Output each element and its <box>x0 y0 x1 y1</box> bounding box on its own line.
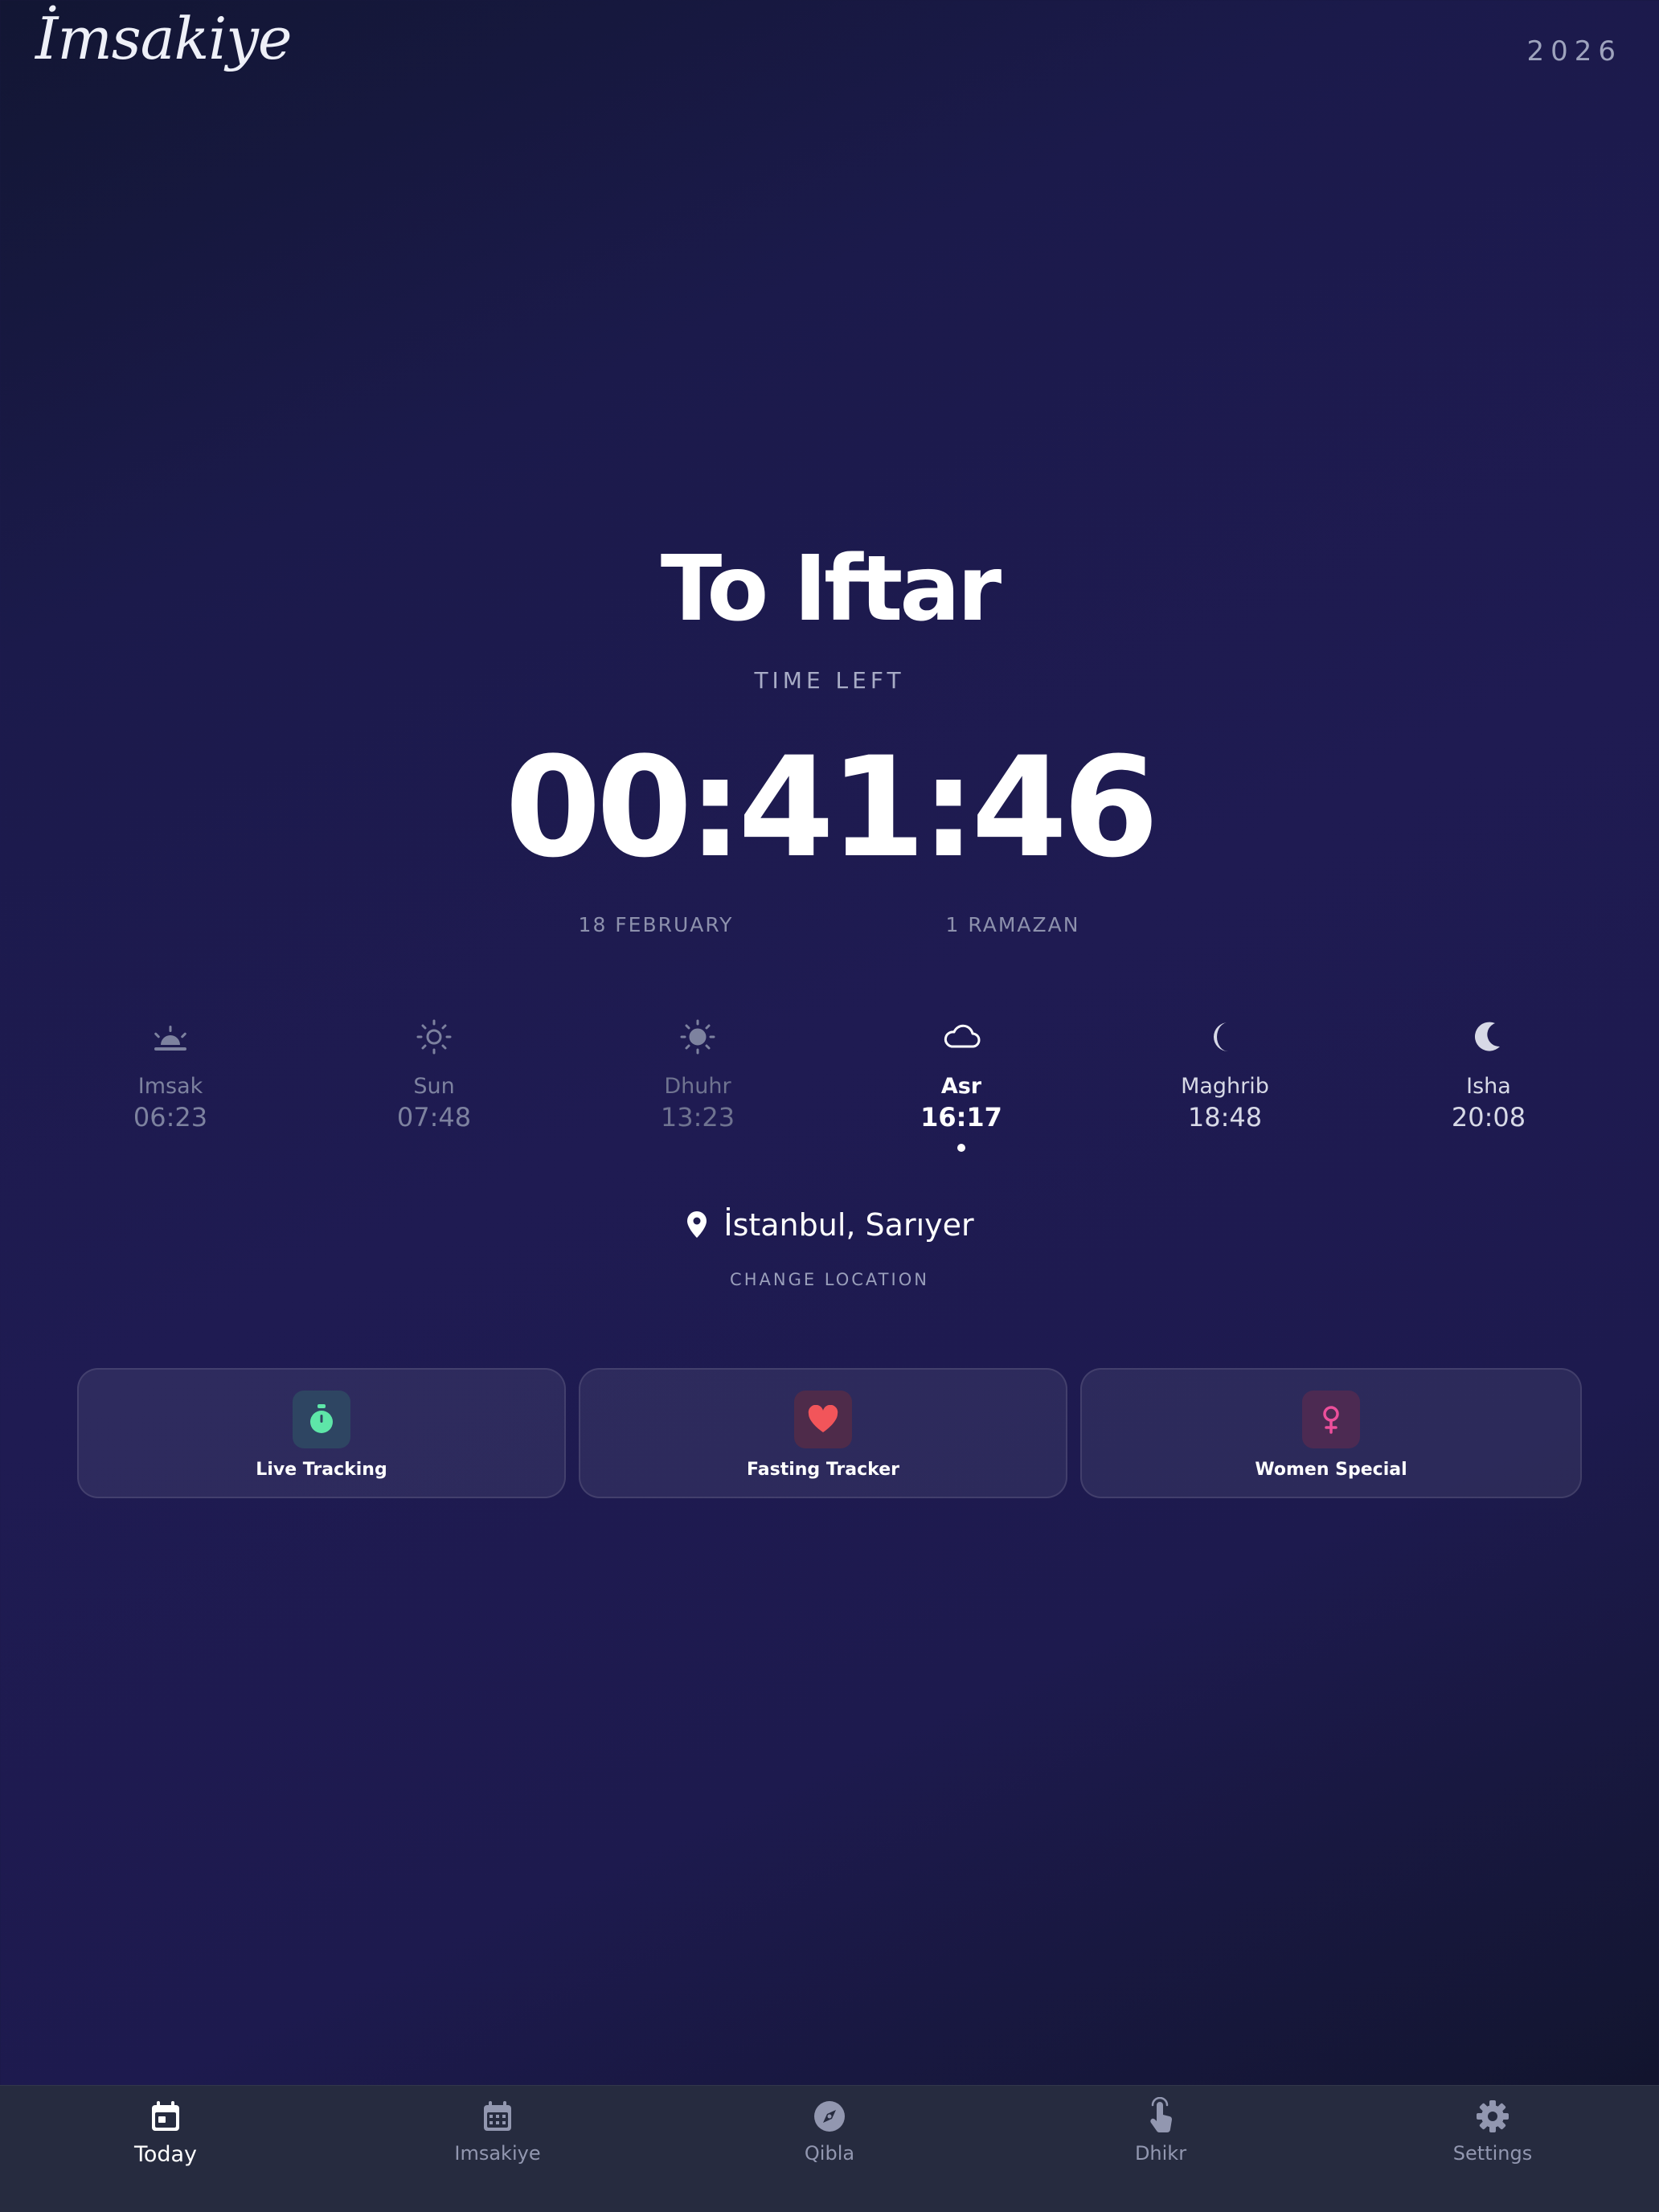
compass-icon <box>814 2101 845 2132</box>
active-prayer-dot <box>957 1144 965 1152</box>
prayer-time: 06:23 <box>133 1102 208 1133</box>
page-title: To Iftar <box>660 537 1002 641</box>
prayer-time: 18:48 <box>1187 1102 1263 1133</box>
location-display: İstanbul, Sarıyer <box>0 1207 1659 1243</box>
app-logo: İmsakiye <box>35 5 293 72</box>
sun-outline-icon <box>416 1019 452 1055</box>
year-label: 2026 <box>1526 35 1622 68</box>
nav-label: Settings <box>1452 2142 1533 2165</box>
prayer-name: Isha <box>1466 1074 1511 1099</box>
female-icon <box>1302 1391 1360 1448</box>
tap-hand-icon <box>1150 2097 1173 2132</box>
prayer-name: Sun <box>413 1074 455 1099</box>
prayer-name: Maghrib <box>1181 1074 1269 1099</box>
prayer-time: 13:23 <box>660 1102 735 1133</box>
nav-imsakiye[interactable]: Imsakiye <box>393 2097 602 2165</box>
fasting-tracker-card[interactable]: Fasting Tracker <box>579 1368 1067 1498</box>
crescent-moon-icon <box>1214 1022 1228 1051</box>
moon-icon <box>1474 1022 1500 1051</box>
nav-dhikr[interactable]: Dhikr <box>1056 2097 1265 2165</box>
prayer-name: Asr <box>940 1074 982 1099</box>
hijri-date: 1 RAMAZAN <box>945 913 1080 936</box>
card-label: Fasting Tracker <box>747 1460 899 1480</box>
live-tracking-card[interactable]: Live Tracking <box>77 1368 566 1498</box>
nav-settings[interactable]: Settings <box>1388 2097 1597 2165</box>
nav-label: Today <box>133 2142 198 2167</box>
change-location-button[interactable]: CHANGE LOCATION <box>0 1270 1659 1289</box>
prayer-asr: Asr 16:17 <box>865 1014 1058 1152</box>
cloud-icon <box>944 1024 981 1048</box>
card-label: Women Special <box>1255 1460 1407 1480</box>
location-pin-icon <box>687 1211 707 1238</box>
prayer-time: 16:17 <box>920 1102 1002 1133</box>
time-left-label: TIME LEFT <box>754 667 905 694</box>
nav-label: Imsakiye <box>454 2142 541 2165</box>
gear-icon <box>1477 2100 1509 2132</box>
card-label: Live Tracking <box>256 1460 387 1480</box>
calendar-today-icon <box>152 2101 179 2131</box>
prayer-sun: Sun 07:48 <box>338 1014 530 1133</box>
prayer-imsak: Imsak 06:23 <box>74 1014 267 1133</box>
calendar-grid-icon <box>484 2101 511 2131</box>
bottom-navigation: Today Imsakiye Qibla Dhikr Settings <box>0 2085 1659 2212</box>
stopwatch-icon <box>293 1391 350 1448</box>
gregorian-date: 18 FEBRUARY <box>578 913 734 936</box>
prayer-isha: Isha 20:08 <box>1392 1014 1585 1133</box>
prayer-dhuhr: Dhuhr 13:23 <box>601 1014 794 1133</box>
nav-today[interactable]: Today <box>61 2097 270 2167</box>
women-special-card[interactable]: Women Special <box>1080 1368 1582 1498</box>
nav-label: Dhikr <box>1134 2142 1187 2165</box>
prayer-maghrib: Maghrib 18:48 <box>1129 1014 1321 1133</box>
prayer-time: 20:08 <box>1451 1102 1526 1133</box>
prayer-name: Dhuhr <box>664 1074 731 1099</box>
location-name: İstanbul, Sarıyer <box>723 1207 974 1243</box>
nav-qibla[interactable]: Qibla <box>725 2097 934 2165</box>
nav-label: Qibla <box>804 2142 855 2165</box>
countdown-timer: 00:41:46 <box>505 727 1159 888</box>
sunrise-icon <box>154 1026 186 1051</box>
heart-icon <box>794 1391 852 1448</box>
prayer-time: 07:48 <box>396 1102 472 1133</box>
prayer-name: Imsak <box>137 1074 203 1099</box>
sun-filled-icon <box>680 1019 715 1055</box>
